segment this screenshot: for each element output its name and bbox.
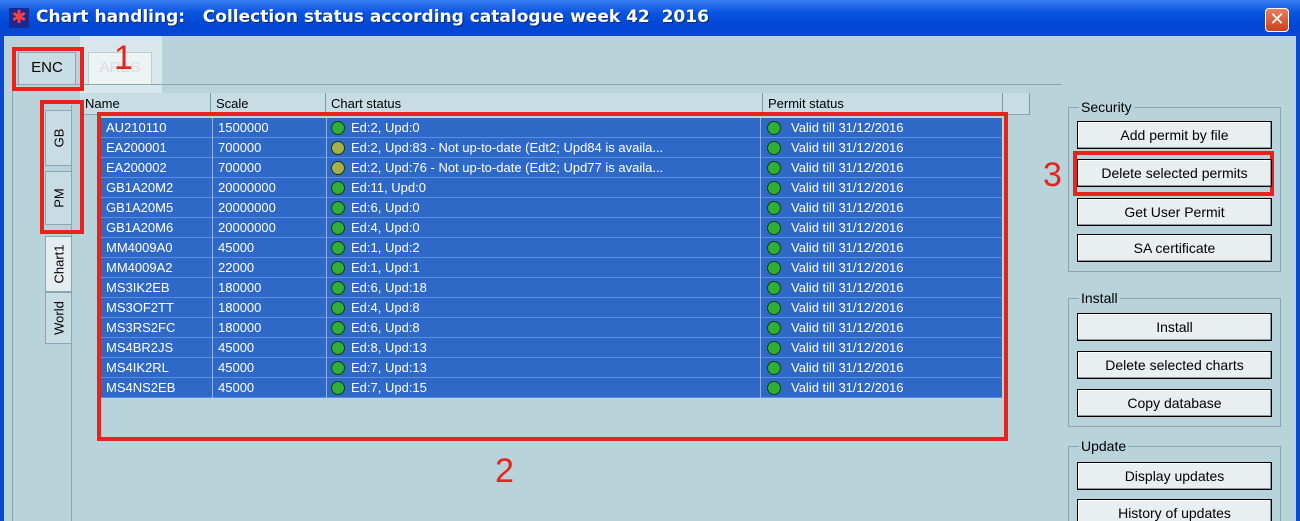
side-tab-chart1[interactable]: Chart1 bbox=[45, 236, 71, 292]
copy-database-button[interactable]: Copy database bbox=[1077, 389, 1272, 417]
title-bar[interactable]: ✱ Chart handling: Collection status acco… bbox=[0, 0, 1300, 36]
delete-selected-charts-button[interactable]: Delete selected charts bbox=[1077, 351, 1272, 379]
side-tab-chart1-label: Chart1 bbox=[51, 244, 66, 284]
sa-certificate-button[interactable]: SA certificate bbox=[1077, 234, 1272, 262]
app-icon: ✱ bbox=[9, 8, 29, 28]
display-updates-button[interactable]: Display updates bbox=[1077, 462, 1272, 490]
close-button[interactable]: ✕ bbox=[1265, 8, 1289, 32]
annotation-box-1 bbox=[12, 47, 84, 91]
window-border-left bbox=[0, 36, 4, 521]
history-of-updates-button[interactable]: History of updates bbox=[1077, 499, 1272, 521]
add-permit-by-file-button[interactable]: Add permit by file bbox=[1077, 121, 1272, 149]
security-group-label: Security bbox=[1079, 99, 1134, 115]
side-tab-world-label: World bbox=[51, 301, 66, 335]
annotation-box-side-tabs bbox=[40, 100, 84, 234]
install-group-label: Install bbox=[1079, 290, 1120, 306]
window-border-right bbox=[1296, 36, 1300, 521]
window-title: Chart handling: Collection status accord… bbox=[36, 7, 709, 27]
chart-handling-window: ✱ Chart handling: Collection status acco… bbox=[0, 0, 1300, 521]
annotation-number-1: 1 bbox=[114, 39, 133, 77]
update-group-label: Update bbox=[1079, 438, 1129, 454]
annotation-number-2: 2 bbox=[495, 452, 514, 490]
get-user-permit-button[interactable]: Get User Permit bbox=[1077, 198, 1272, 226]
delete-selected-permits-button[interactable]: Delete selected permits bbox=[1077, 159, 1272, 187]
side-tab-world[interactable]: World bbox=[45, 292, 71, 344]
annotation-number-3: 3 bbox=[1043, 156, 1062, 194]
install-button[interactable]: Install bbox=[1077, 313, 1272, 341]
annotation-box-2 bbox=[97, 112, 1008, 441]
